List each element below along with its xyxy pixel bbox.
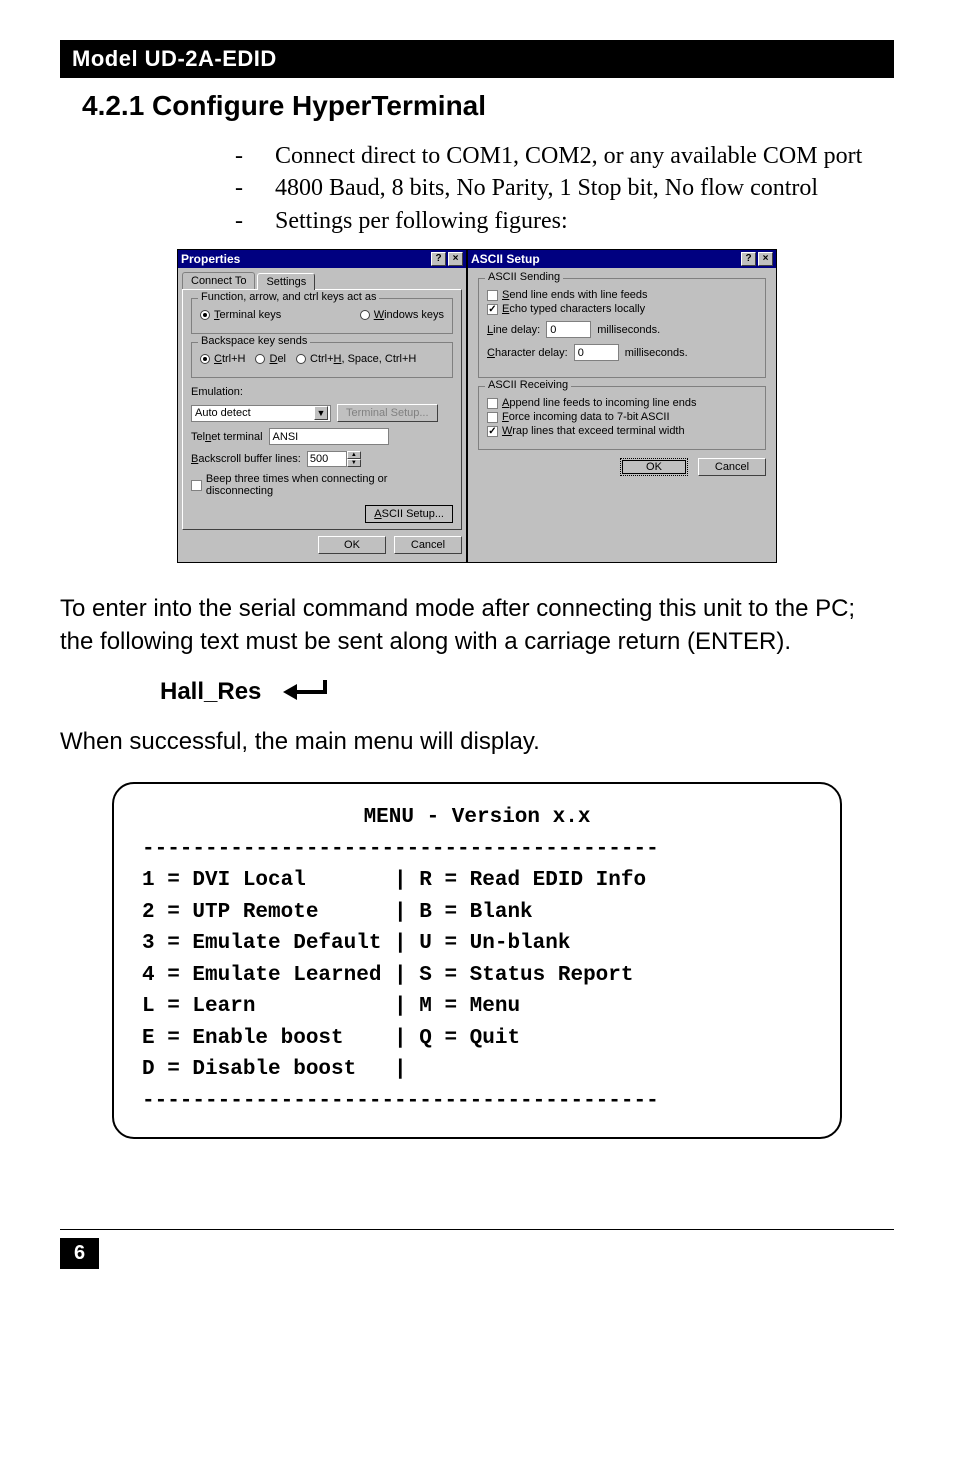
menu-line: D = Disable boost |: [142, 1058, 407, 1081]
line-delay-label: Line delay:: [487, 324, 540, 336]
menu-panel: MENU - Version x.x ----------------------…: [112, 782, 842, 1139]
menu-title: MENU - Version x.x: [142, 802, 812, 834]
beep-checkbox[interactable]: [191, 480, 202, 491]
menu-line: 2 = UTP Remote | B = Blank: [142, 901, 533, 924]
ascii-setup-dialog: ASCII Setup ? × ASCII Sending Send line …: [467, 249, 777, 563]
radio-terminal-keys[interactable]: [200, 310, 210, 320]
menu-line: 4 = Emulate Learned | S = Status Report: [142, 964, 633, 987]
wrap-lines-checkbox[interactable]: ✓: [487, 426, 498, 437]
ascii-setup-button[interactable]: ASCII Setup...: [365, 505, 453, 523]
menu-sep: ----------------------------------------…: [142, 838, 659, 861]
bullet-item: Connect direct to COM1, COM2, or any ava…: [275, 140, 862, 172]
ok-button[interactable]: OK: [620, 458, 688, 476]
send-line-ends-checkbox[interactable]: [487, 290, 498, 301]
group-function-keys: Function, arrow, and ctrl keys act as: [198, 291, 379, 303]
bullet-item: 4800 Baud, 8 bits, No Parity, 1 Stop bit…: [275, 172, 818, 204]
spin-up-icon[interactable]: ▲: [347, 451, 361, 459]
hall-res-command: Hall_Res: [160, 678, 261, 706]
help-icon[interactable]: ?: [431, 252, 446, 266]
append-feeds-checkbox[interactable]: [487, 398, 498, 409]
append-feeds-label: Append line feeds to incoming line ends: [502, 397, 696, 409]
telnet-label: Telnet terminal: [191, 431, 263, 443]
backscroll-label: Backscroll buffer lines:: [191, 453, 301, 465]
emulation-select[interactable]: Auto detect ▼: [191, 405, 331, 422]
enter-arrow-icon: [281, 678, 327, 706]
force-7bit-checkbox[interactable]: [487, 412, 498, 423]
model-bar: Model UD-2A-EDID: [60, 40, 894, 78]
char-delay-label: Character delay:: [487, 347, 568, 359]
ms-label: milliseconds.: [597, 324, 660, 336]
footer-separator: [60, 1229, 894, 1230]
tab-settings[interactable]: Settings: [257, 273, 315, 290]
section-title: 4.2.1 Configure HyperTerminal: [82, 90, 894, 122]
menu-sep: ----------------------------------------…: [142, 1090, 659, 1113]
backscroll-stepper[interactable]: ▲▼: [307, 451, 361, 467]
wrap-lines-label: Wrap lines that exceed terminal width: [502, 425, 685, 437]
emulation-label: Emulation:: [191, 386, 453, 398]
radio-windows-keys-label: Windows keys: [374, 309, 444, 321]
bullet-list: -Connect direct to COM1, COM2, or any av…: [235, 140, 894, 237]
tab-connect-to[interactable]: Connect To: [182, 272, 255, 289]
radio-del[interactable]: [255, 354, 265, 364]
ascii-receiving-legend: ASCII Receiving: [485, 379, 571, 391]
force-7bit-label: Force incoming data to 7-bit ASCII: [502, 411, 670, 423]
backscroll-input[interactable]: [307, 451, 347, 467]
properties-title: Properties: [181, 252, 240, 266]
radio-terminal-keys-label: Terminal keys: [214, 309, 281, 321]
radio-ctrlh-label: Ctrl+H: [214, 353, 245, 365]
cancel-button[interactable]: Cancel: [698, 458, 766, 476]
ok-button[interactable]: OK: [318, 536, 386, 554]
ascii-sending-legend: ASCII Sending: [485, 271, 563, 283]
terminal-setup-button[interactable]: Terminal Setup...: [337, 404, 438, 422]
close-icon[interactable]: ×: [758, 252, 773, 266]
serial-instruction-text: To enter into the serial command mode af…: [60, 593, 894, 658]
cancel-button[interactable]: Cancel: [394, 536, 462, 554]
telnet-input[interactable]: ANSI: [269, 428, 389, 445]
menu-line: 3 = Emulate Default | U = Un-blank: [142, 932, 570, 955]
menu-line: E = Enable boost | Q = Quit: [142, 1027, 520, 1050]
success-text: When successful, the main menu will disp…: [60, 726, 894, 758]
echo-locally-label: Echo typed characters locally: [502, 303, 645, 315]
menu-line: 1 = DVI Local | R = Read EDID Info: [142, 869, 646, 892]
radio-del-label: Del: [269, 353, 286, 365]
telnet-value: ANSI: [273, 431, 299, 443]
radio-windows-keys[interactable]: [360, 310, 370, 320]
radio-ctrlh-space[interactable]: [296, 354, 306, 364]
close-icon[interactable]: ×: [448, 252, 463, 266]
page-number: 6: [60, 1238, 99, 1269]
spin-down-icon[interactable]: ▼: [347, 459, 361, 467]
bullet-item: Settings per following figures:: [275, 205, 568, 237]
emulation-value: Auto detect: [195, 407, 251, 419]
line-delay-input[interactable]: [546, 321, 591, 338]
beep-label: Beep three times when connecting or disc…: [206, 473, 453, 497]
properties-dialog: Properties ? × Connect To Settings Funct…: [177, 249, 467, 563]
chevron-down-icon: ▼: [314, 406, 328, 420]
menu-line: L = Learn | M = Menu: [142, 995, 520, 1018]
echo-locally-checkbox[interactable]: ✓: [487, 304, 498, 315]
group-backspace: Backspace key sends: [198, 335, 310, 347]
ascii-title: ASCII Setup: [471, 252, 540, 266]
radio-ctrlh-space-label: Ctrl+H, Space, Ctrl+H: [310, 353, 416, 365]
send-line-ends-label: Send line ends with line feeds: [502, 289, 648, 301]
radio-ctrlh[interactable]: [200, 354, 210, 364]
ms-label: milliseconds.: [625, 347, 688, 359]
help-icon[interactable]: ?: [741, 252, 756, 266]
char-delay-input[interactable]: [574, 344, 619, 361]
